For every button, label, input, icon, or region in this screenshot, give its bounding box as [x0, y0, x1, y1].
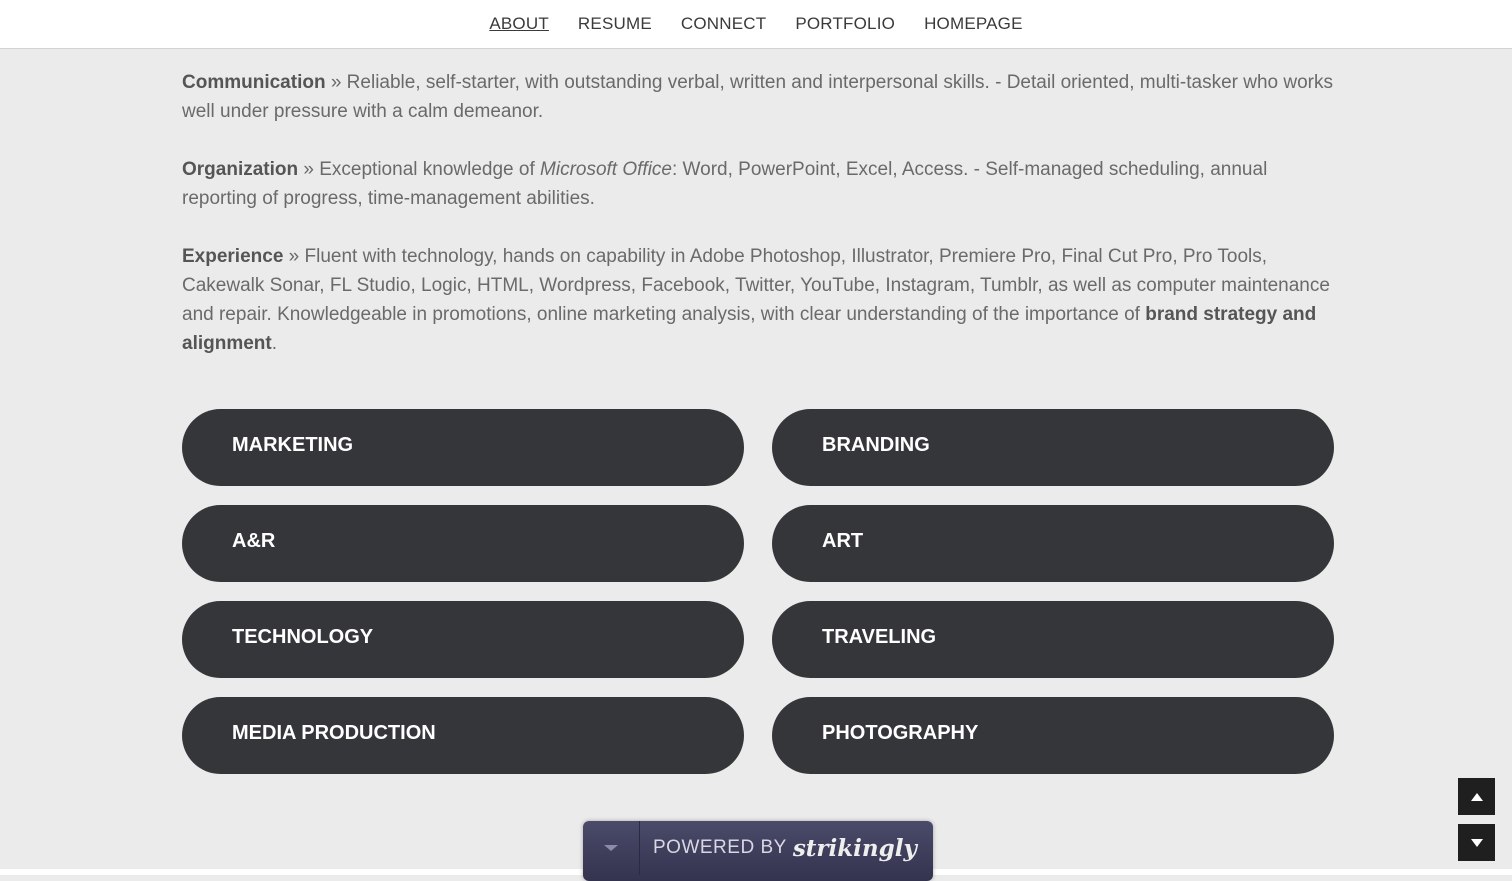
top-navigation: ABOUT RESUME CONNECT PORTFOLIO HOMEPAGE — [0, 0, 1512, 49]
skill-buttons-grid: MARKETING BRANDING A&R ART TECHNOLOGY TR… — [182, 409, 1334, 774]
organization-title: Organization — [182, 159, 299, 180]
experience-end: . — [271, 333, 278, 354]
powered-by-label: POWERED BY — [653, 837, 787, 858]
art-button[interactable]: ART — [772, 505, 1334, 582]
nav-item-resume[interactable]: RESUME — [578, 14, 652, 34]
traveling-button[interactable]: TRAVELING — [772, 601, 1334, 678]
powered-by-banner[interactable]: POWERED BY strikingly — [583, 821, 933, 881]
a-and-r-button[interactable]: A&R — [182, 505, 744, 582]
collapse-banner-button[interactable] — [583, 821, 640, 875]
experience-paragraph: Experience » Fluent with technology, han… — [182, 242, 1334, 358]
technology-button[interactable]: TECHNOLOGY — [182, 601, 744, 678]
marketing-button[interactable]: MARKETING — [182, 409, 744, 486]
nav-item-about[interactable]: ABOUT — [489, 14, 549, 34]
nav-item-portfolio[interactable]: PORTFOLIO — [795, 14, 895, 34]
chevron-down-icon — [604, 845, 618, 851]
organization-emphasis: Microsoft Office — [540, 159, 672, 180]
organization-paragraph: Organization » Exceptional knowledge of … — [182, 155, 1334, 213]
communication-title: Communication — [182, 72, 326, 93]
media-production-button[interactable]: MEDIA PRODUCTION — [182, 697, 744, 774]
scroll-down-button[interactable] — [1458, 824, 1495, 861]
arrow-up-icon — [1470, 792, 1483, 801]
organization-text-before: » Exceptional knowledge of — [298, 159, 541, 180]
strikingly-logo: strikingly — [792, 834, 917, 862]
communication-text: » Reliable, self-starter, with outstandi… — [182, 72, 1333, 122]
powered-by-text: POWERED BY strikingly — [640, 821, 917, 875]
branding-button[interactable]: BRANDING — [772, 409, 1334, 486]
nav-item-connect[interactable]: CONNECT — [681, 14, 766, 34]
skills-section: Communication » Reliable, self-starter, … — [182, 68, 1334, 387]
nav-item-homepage[interactable]: HOMEPAGE — [924, 14, 1023, 34]
communication-paragraph: Communication » Reliable, self-starter, … — [182, 68, 1334, 126]
arrow-down-icon — [1470, 838, 1483, 847]
scroll-up-button[interactable] — [1458, 778, 1495, 815]
photography-button[interactable]: PHOTOGRAPHY — [772, 697, 1334, 774]
experience-title: Experience — [182, 246, 284, 267]
